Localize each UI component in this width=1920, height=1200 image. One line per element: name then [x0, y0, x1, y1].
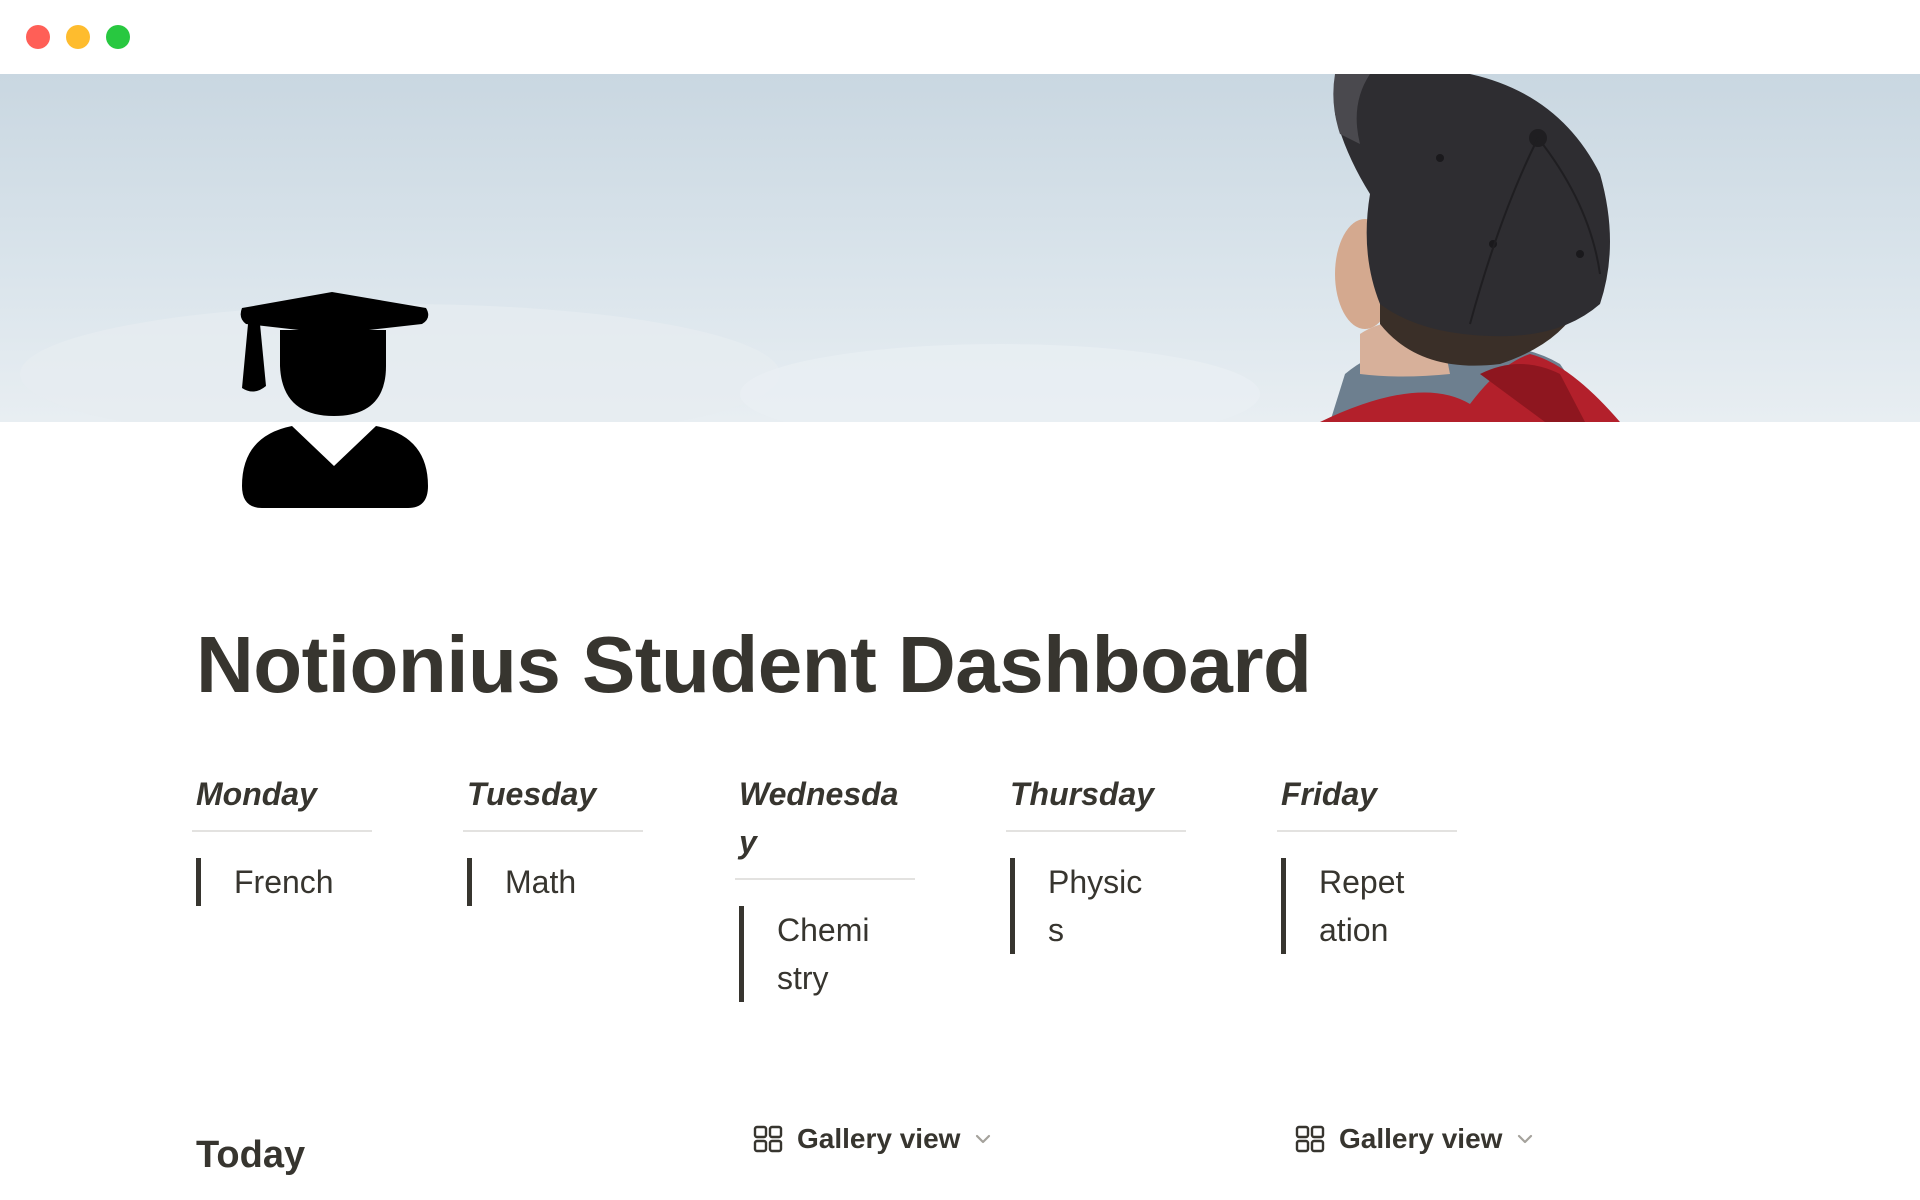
- title-bar: [0, 0, 1920, 74]
- day-heading[interactable]: Wednesday: [735, 770, 904, 866]
- day-column-tuesday: Tuesday Math: [463, 770, 643, 906]
- day-column-friday: Friday Repetation: [1277, 770, 1457, 954]
- view-label: Gallery view: [1339, 1123, 1503, 1154]
- subject-label: Repetation: [1319, 864, 1405, 948]
- subject-callout[interactable]: Chemistry: [735, 906, 915, 1002]
- subject-label: Physics: [1048, 864, 1143, 948]
- day-column-thursday: Thursday Physics: [1006, 770, 1186, 954]
- subject-callout[interactable]: French: [192, 858, 372, 906]
- day-heading[interactable]: Thursday: [1006, 770, 1180, 818]
- app-window: Notionius Student Dashboard Monday Frenc…: [0, 0, 1920, 1200]
- zoom-window-button[interactable]: [106, 25, 130, 49]
- day-column-wednesday: Wednesday Chemistry: [735, 770, 915, 1002]
- divider: [1277, 830, 1457, 832]
- subject-callout[interactable]: Physics: [1006, 858, 1186, 954]
- day-heading[interactable]: Tuesday: [463, 770, 637, 818]
- graduate-student-icon[interactable]: [236, 286, 436, 516]
- day-heading[interactable]: Monday: [192, 770, 366, 818]
- divider: [463, 830, 643, 832]
- minimize-window-button[interactable]: [66, 25, 90, 49]
- subject-callout[interactable]: Repetation: [1277, 858, 1457, 954]
- subject-label: Math: [505, 864, 577, 900]
- today-heading[interactable]: Today: [196, 1136, 305, 1174]
- day-column-monday: Monday French: [192, 770, 372, 906]
- divider: [192, 830, 372, 832]
- gallery-view-switcher[interactable]: Gallery view: [753, 1120, 992, 1158]
- gallery-grid-icon: [1295, 1125, 1325, 1153]
- subject-callout[interactable]: Math: [463, 858, 643, 906]
- subject-label: Chemistry: [777, 912, 870, 996]
- view-label: Gallery view: [797, 1123, 961, 1154]
- subject-label: French: [234, 864, 334, 900]
- gallery-view-switcher[interactable]: Gallery view: [1295, 1120, 1534, 1158]
- chevron-down-icon: [976, 1134, 991, 1144]
- close-window-button[interactable]: [26, 25, 50, 49]
- divider: [735, 878, 915, 880]
- divider: [1006, 830, 1186, 832]
- gallery-grid-icon: [753, 1125, 783, 1153]
- page-title[interactable]: Notionius Student Dashboard: [196, 625, 1312, 705]
- chevron-down-icon: [1518, 1134, 1533, 1144]
- day-heading[interactable]: Friday: [1277, 770, 1451, 818]
